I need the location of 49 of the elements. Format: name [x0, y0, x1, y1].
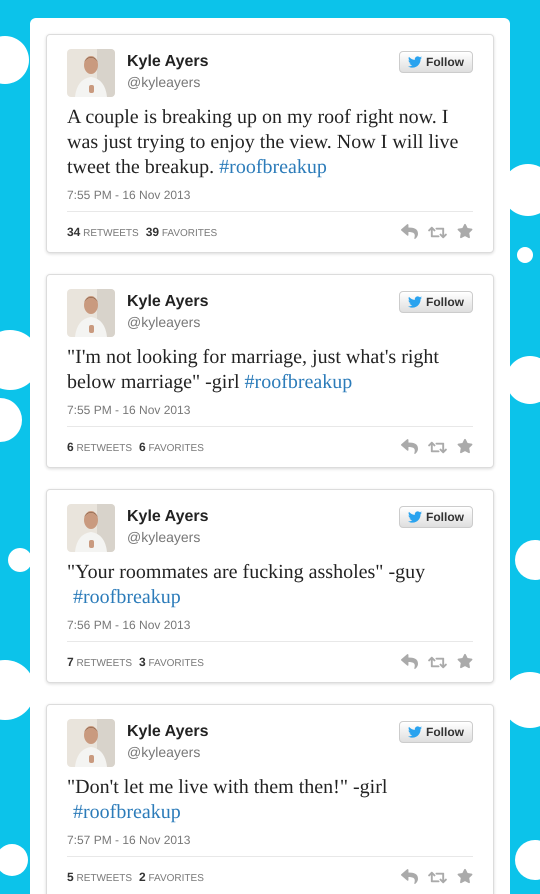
- reply-icon[interactable]: [401, 652, 418, 670]
- hashtag-link[interactable]: #roofbreakup: [73, 800, 181, 825]
- bird-icon: [408, 55, 422, 69]
- tweet-text: "Don't let me live with them then!" -girl #roofbreakup: [67, 775, 388, 825]
- cloud: [515, 840, 540, 880]
- hashtag-link[interactable]: #roofbreakup: [219, 156, 327, 178]
- tweet-time: 7:55 PM - 16 Nov 2013: [67, 188, 473, 212]
- favorite-count[interactable]: 3 FAVORITES: [139, 655, 204, 669]
- favorite-count[interactable]: 39 FAVORITES: [146, 225, 218, 239]
- reply-icon[interactable]: [401, 868, 418, 884]
- star-icon[interactable]: [457, 222, 473, 238]
- bird-icon: [408, 295, 422, 309]
- cloud: [515, 540, 540, 580]
- author-handle: @kyleayers: [127, 73, 202, 92]
- tweet-time: 7:57 PM - 16 Nov 2013: [67, 833, 473, 857]
- favorite-count[interactable]: 6 FAVORITES: [139, 440, 204, 454]
- follow-button[interactable]: Follow: [399, 506, 473, 528]
- cloud: [0, 398, 22, 442]
- tweet-text: A couple is breaking up on my roof right now. I was just trying to enjoy the view. Now I will live tweet the breakup. #roofbreakup: [67, 105, 460, 180]
- bird-icon: [408, 725, 422, 739]
- tweet-text: "I'm not looking for marriage, just what's right below marriage" -girl #roofbreakup: [67, 345, 440, 395]
- follow-button[interactable]: Follow: [399, 291, 473, 313]
- author-name: Kyle Ayers: [127, 292, 210, 312]
- cloud: [517, 247, 533, 263]
- author-name: Kyle Ayers: [127, 52, 210, 72]
- retweet-count[interactable]: 6 RETWEETS: [67, 440, 132, 454]
- bird-icon: [408, 510, 422, 524]
- author-name: Kyle Ayers: [127, 722, 210, 742]
- cloud: [0, 844, 28, 876]
- hashtag-link[interactable]: #roofbreakup: [244, 371, 352, 393]
- retweet-count[interactable]: 34 RETWEETS: [67, 225, 139, 239]
- tweet-time: 7:55 PM - 16 Nov 2013: [67, 403, 473, 427]
- tweet-time: 7:56 PM - 16 Nov 2013: [67, 618, 473, 642]
- reply-icon[interactable]: [401, 222, 418, 240]
- retweet-count[interactable]: 7 RETWEETS: [67, 655, 132, 669]
- author-handle: @kyleayers: [127, 743, 202, 762]
- follow-button[interactable]: Follow: [399, 51, 473, 73]
- star-icon[interactable]: [457, 438, 473, 454]
- author-handle: @kyleayers: [127, 313, 202, 332]
- star-icon[interactable]: [457, 652, 473, 668]
- follow-button[interactable]: Follow: [399, 721, 473, 743]
- author-handle: @kyleayers: [127, 528, 202, 547]
- favorite-count[interactable]: 2 FAVORITES: [139, 870, 204, 884]
- hashtag-link[interactable]: #roofbreakup: [73, 585, 181, 610]
- tweet-text: "Your roommates are fucking assholes" -guy #roofbreakup: [67, 560, 426, 610]
- reply-icon[interactable]: [401, 438, 418, 454]
- author-name: Kyle Ayers: [127, 507, 210, 527]
- star-icon[interactable]: [457, 868, 473, 884]
- retweet-count[interactable]: 5 RETWEETS: [67, 870, 132, 884]
